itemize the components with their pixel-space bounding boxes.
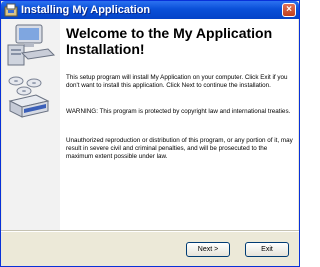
window-title: Installing My Application <box>21 4 151 16</box>
installer-icon <box>4 3 18 17</box>
next-button[interactable]: Next > <box>186 242 230 257</box>
installer-window: Installing My Application × Welcome to t… <box>0 0 300 267</box>
legal-paragraph: Unauthorized reproduction or distributio… <box>66 137 293 160</box>
computer-install-illustration <box>2 19 60 230</box>
warning-paragraph: WARNING: This program is protected by co… <box>66 108 291 115</box>
welcome-heading: Welcome to the My Application Installati… <box>66 25 273 57</box>
wizard-content: Welcome to the My Application Installati… <box>2 19 298 230</box>
title-bar[interactable]: Installing My Application × <box>1 1 299 19</box>
close-button[interactable]: × <box>282 3 296 17</box>
intro-paragraph: This setup program will install My Appli… <box>66 74 288 89</box>
exit-button[interactable]: Exit <box>245 242 289 257</box>
footer-separator <box>1 230 299 232</box>
